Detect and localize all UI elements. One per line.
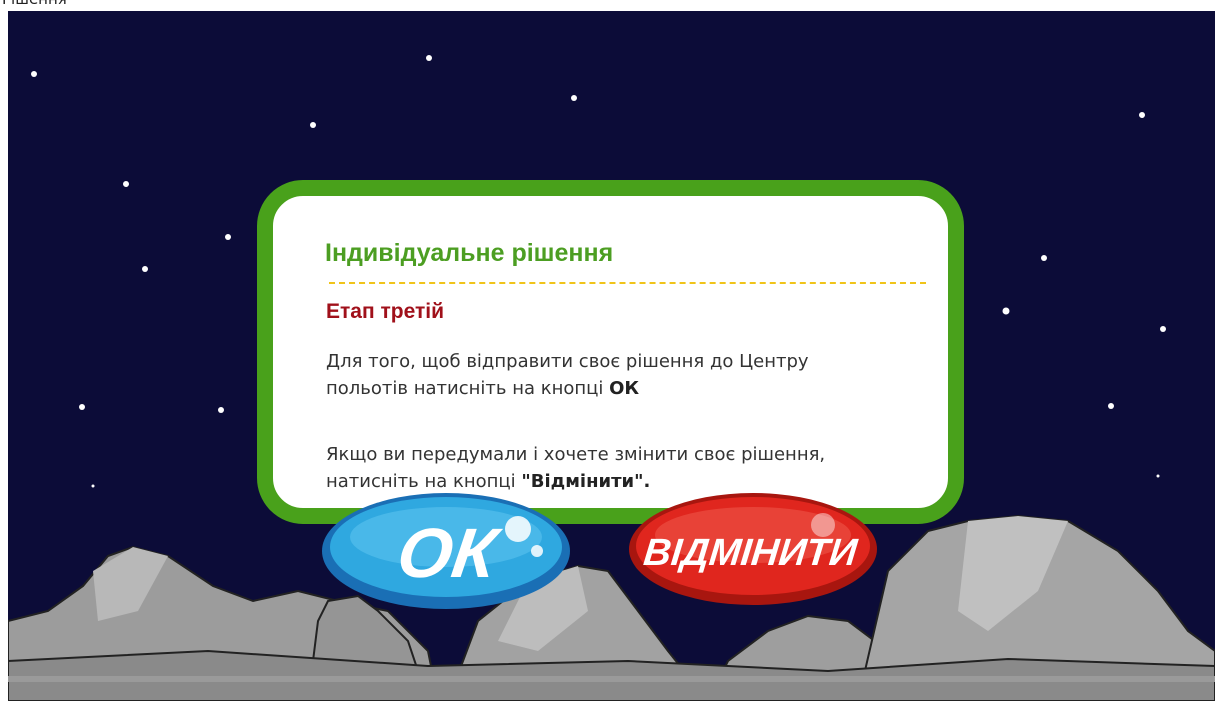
instruction-text: польотів натисніть на кнопці	[326, 378, 610, 399]
cancel-button[interactable]: ВІДМІНИТИ	[625, 489, 881, 609]
ok-button-label: ОК	[393, 513, 506, 592]
ok-button[interactable]: ОК	[318, 489, 574, 613]
decision-dialog: Індивідуальне рішення Етап третій Для то…	[257, 180, 964, 524]
instruction-line: Для того, щоб відправити своє рішення до…	[326, 351, 809, 372]
instruction-paragraph-2: Якщо ви передумали і хочете змінити своє…	[326, 441, 825, 495]
dashed-divider	[329, 282, 926, 284]
dialog-title: Індивідуальне рішення	[325, 239, 614, 267]
instruction-line: Якщо ви передумали і хочете змінити своє…	[326, 444, 826, 465]
dialog-subtitle: Етап третій	[326, 300, 445, 323]
game-stage: Індивідуальне рішення Етап третій Для то…	[8, 11, 1215, 701]
bubble-highlight-icon	[505, 516, 531, 542]
instruction-paragraph-1: Для того, щоб відправити своє рішення до…	[326, 348, 809, 402]
ok-mention: ОК	[609, 378, 640, 399]
instruction-line: польотів натисніть на кнопці ОК	[326, 375, 809, 402]
cancel-button-label: ВІДМІНИТИ	[642, 532, 861, 574]
